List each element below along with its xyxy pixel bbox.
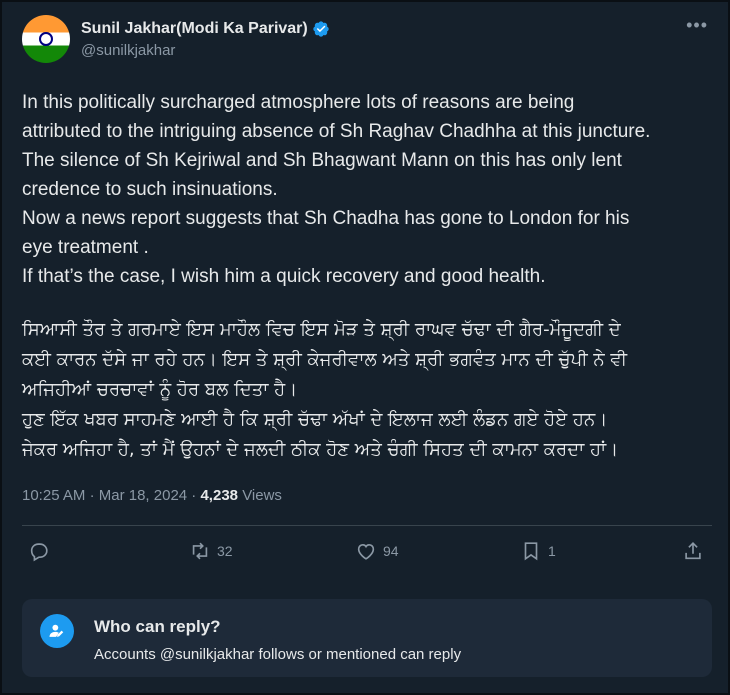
views-count[interactable]: 4,238 <box>200 487 238 504</box>
reply-notice-description: Accounts @sunilkjakhar follows or mentio… <box>94 646 462 663</box>
tweet-detail: Sunil Jakhar(Modi Ka Parivar) @sunilkjak… <box>0 0 730 695</box>
author-display-name[interactable]: Sunil Jakhar(Modi Ka Parivar) <box>81 20 308 38</box>
retweet-button[interactable]: 32 <box>189 540 233 562</box>
reply-button[interactable] <box>28 540 56 562</box>
author-info: Sunil Jakhar(Modi Ka Parivar) @sunilkjak… <box>81 20 330 59</box>
meta-separator-2: · <box>191 487 197 504</box>
verified-badge-icon <box>313 20 329 37</box>
retweet-icon <box>192 542 208 560</box>
heart-icon <box>357 543 375 560</box>
bookmark-count: 1 <box>548 543 556 559</box>
tweet-time[interactable]: 10:25 AM <box>22 487 85 504</box>
retweet-count: 32 <box>217 543 233 559</box>
share-button[interactable] <box>682 540 704 562</box>
tweet-date[interactable]: Mar 18, 2024 <box>99 487 187 504</box>
avatar[interactable] <box>22 15 70 63</box>
bookmark-button[interactable]: 1 <box>520 540 556 562</box>
tweet-header: Sunil Jakhar(Modi Ka Parivar) @sunilkjak… <box>22 15 712 63</box>
share-icon <box>685 542 701 560</box>
like-count: 94 <box>383 543 399 559</box>
more-options-icon[interactable]: ••• <box>686 15 708 36</box>
tweet-text-english: In this politically surcharged atmospher… <box>22 92 651 287</box>
reply-icon <box>30 543 48 562</box>
tweet-text-punjabi: ਸਿਆਸੀ ਤੌਰ ਤੇ ਗਰਮਾਏ ਇਸ ਮਾਹੌਲ ਵਿਚ ਇਸ ਮੋੜ ਤ… <box>22 319 628 460</box>
author-handle[interactable]: @sunilkjakhar <box>81 42 330 59</box>
author-name-row: Sunil Jakhar(Modi Ka Parivar) <box>81 20 330 38</box>
chakra-icon <box>39 32 53 46</box>
reply-restriction-notice: Who can reply? Accounts @sunilkjakhar fo… <box>22 599 712 677</box>
views-label: Views <box>242 487 282 504</box>
mention-user-icon <box>40 614 74 648</box>
divider-top <box>22 525 712 526</box>
bookmark-icon <box>524 542 538 561</box>
like-button[interactable]: 94 <box>355 540 399 562</box>
tweet-actions: 32 94 1 <box>22 540 712 570</box>
meta-separator: · <box>89 487 95 504</box>
tweet-metadata: 10:25 AM · Mar 18, 2024 · 4,238 Views <box>22 487 282 504</box>
reply-notice-title: Who can reply? <box>94 617 221 636</box>
